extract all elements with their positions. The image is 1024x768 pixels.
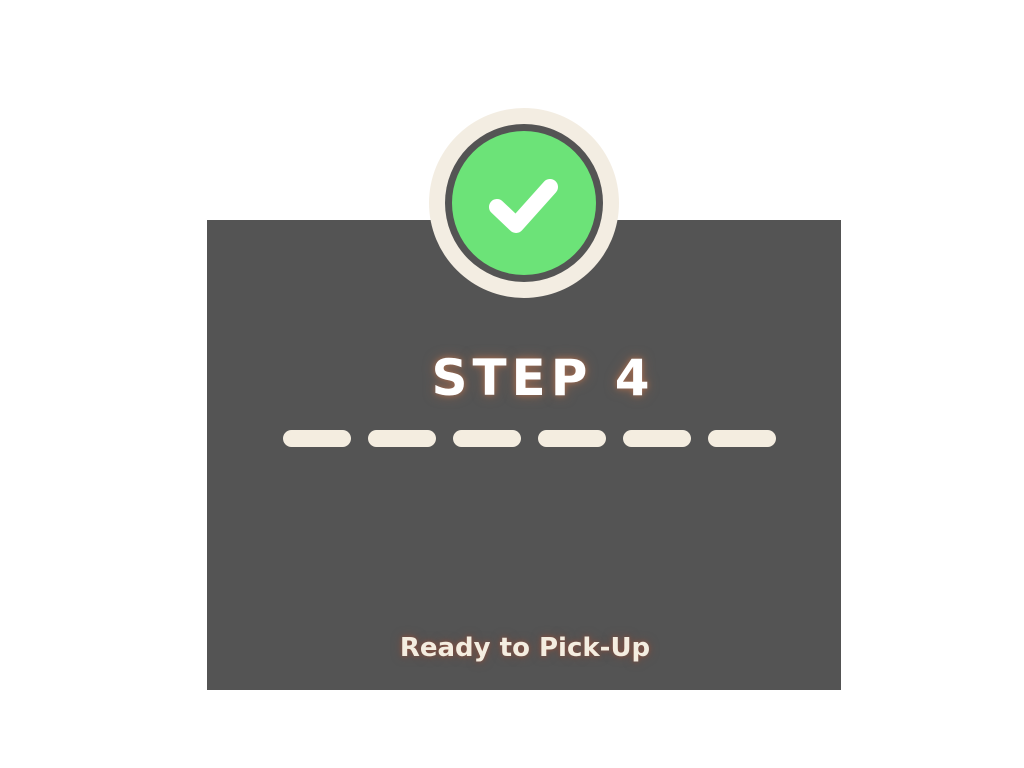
badge-core [452,131,596,275]
dash-segment [623,430,691,447]
dash-segment [453,430,521,447]
badge-ring [445,124,603,282]
dash-divider [283,430,777,448]
dash-segment [283,430,351,447]
step-title: STEP 4 [431,349,655,407]
step-graphic: STEP 4 Ready to Pick-Up [0,0,1024,768]
completed-badge [429,108,619,298]
dash-segment [708,430,776,447]
dash-segment [368,430,436,447]
check-icon [489,179,558,233]
dash-segment [538,430,606,447]
status-label: Ready to Pick-Up [399,633,651,663]
